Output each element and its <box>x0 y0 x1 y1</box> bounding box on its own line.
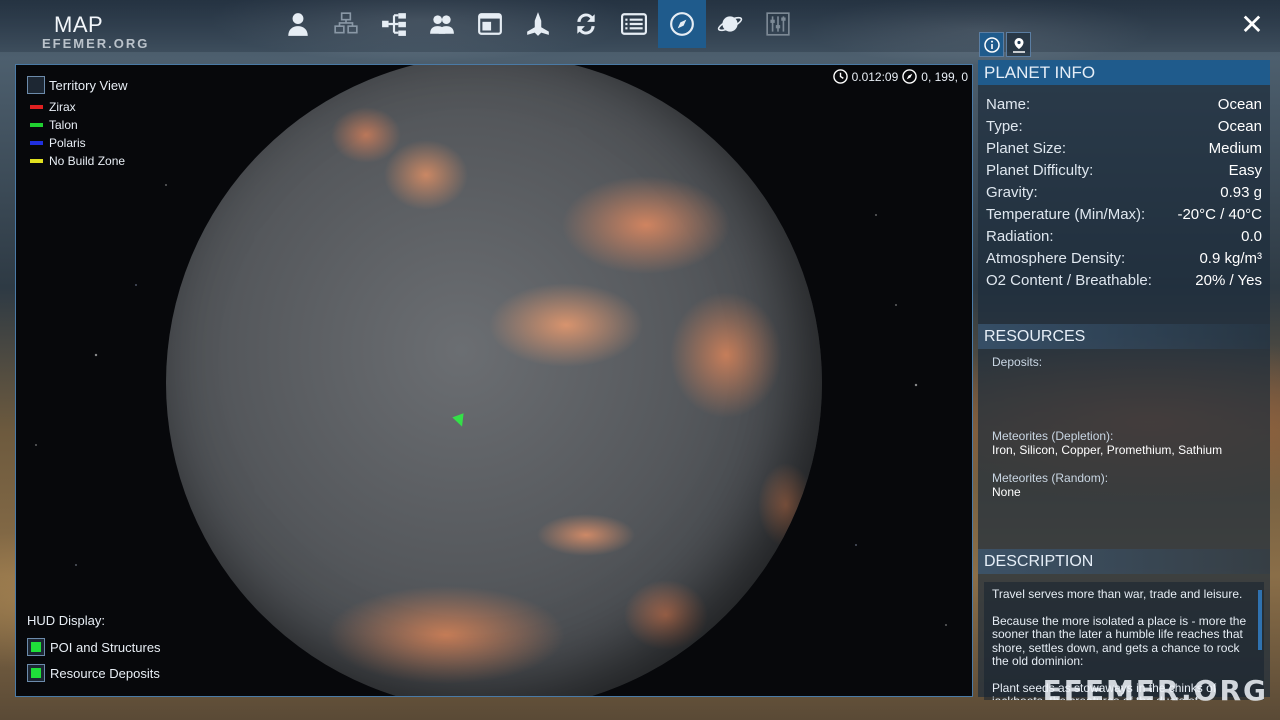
time-coords-readout: 0.012:09 0, 199, 0 <box>832 69 968 84</box>
legend-item-no-build-zone: No Build Zone <box>27 152 128 170</box>
info-row-temperature: Temperature (Min/Max): -20°C / 40°C <box>986 205 1262 223</box>
planet-globe[interactable] <box>166 65 822 696</box>
map-button[interactable] <box>658 0 706 48</box>
watermark-bottom: EFEMER.ORG <box>1042 674 1268 707</box>
list-icon <box>621 13 647 35</box>
resource-deposits-label: Resource Deposits <box>50 665 160 681</box>
meteorites-depletion-label: Meteorites (Depletion): <box>992 429 1114 443</box>
description-paragraph: Travel serves more than war, trade and l… <box>992 587 1243 601</box>
description-paragraph: Because the more isolated a place is - m… <box>992 613 1247 668</box>
tech-tree-button[interactable] <box>370 0 418 48</box>
legend-label: Talon <box>49 118 78 132</box>
faction-button[interactable] <box>418 0 466 48</box>
legend-item-zirax: Zirax <box>27 98 128 116</box>
legend-item-polaris: Polaris <box>27 134 128 152</box>
player-button[interactable] <box>274 0 322 48</box>
description-scrollbar[interactable] <box>1258 590 1262 650</box>
planet-icon <box>717 16 743 32</box>
info-row-difficulty: Planet Difficulty: Easy <box>986 161 1262 179</box>
info-row-gravity: Gravity: 0.93 g <box>986 183 1262 201</box>
resources-content: Deposits: Meteorites (Depletion): Iron, … <box>978 349 1270 539</box>
info-row-size: Planet Size: Medium <box>986 139 1262 157</box>
meteorites-random-value: None <box>992 485 1021 499</box>
page-title: MAP <box>54 12 104 37</box>
trade-icon <box>577 13 595 35</box>
window-icon <box>478 13 502 35</box>
faction-icon <box>430 15 454 34</box>
poi-checkbox[interactable] <box>27 638 45 656</box>
info-row-name: Name: Ocean <box>986 95 1262 113</box>
info-row-atmosphere: Atmosphere Density: 0.9 kg/m³ <box>986 249 1262 267</box>
territory-view-checkbox[interactable] <box>27 76 45 94</box>
tech-tree-icon <box>382 13 406 36</box>
legend-swatch <box>30 141 43 145</box>
legend-item-talon: Talon <box>27 116 128 134</box>
compass-icon <box>670 12 694 36</box>
window-button[interactable] <box>466 0 514 48</box>
clock-icon <box>832 69 848 84</box>
meteorites-depletion-value: Iron, Silicon, Copper, Promethium, Sathi… <box>992 443 1223 457</box>
description-header: DESCRIPTION <box>978 549 1270 574</box>
watermark: EFEMER.ORG <box>42 36 150 51</box>
planet-info-panel: PLANET INFO Name: Ocean Type: Ocean Planet… <box>978 60 1270 700</box>
planet-info-header: PLANET INFO <box>978 60 1270 85</box>
tab-planet-info[interactable] <box>979 32 1004 57</box>
hud-display-title: HUD Display: <box>27 613 106 628</box>
legend-label: Polaris <box>49 136 86 150</box>
close-button[interactable]: ✕ <box>1238 8 1266 40</box>
hud-display-options: HUD Display: POI and Structures Resource… <box>27 613 161 686</box>
settings-button[interactable] <box>754 0 802 48</box>
list-button[interactable] <box>610 0 658 48</box>
deposits-label: Deposits: <box>992 355 1043 369</box>
resource-deposits-checkbox[interactable] <box>27 664 45 682</box>
hud-toggle-resources[interactable]: Resource Deposits <box>27 660 161 686</box>
info-icon <box>983 36 1000 53</box>
structures-icon <box>334 12 358 34</box>
territory-legend: Territory View Zirax Talon Polaris No Bu… <box>27 76 128 170</box>
planet-info-list: Name: Ocean Type: Ocean Planet Size: Medium… <box>978 85 1270 291</box>
person-icon <box>288 13 308 36</box>
trade-button[interactable] <box>562 0 610 48</box>
territory-view-toggle[interactable]: Territory View <box>27 76 128 94</box>
info-row-type: Type: Ocean <box>986 117 1262 135</box>
tab-location[interactable] <box>1006 32 1031 57</box>
legend-label: Zirax <box>49 100 76 114</box>
territory-view-label: Territory View <box>49 77 128 93</box>
info-row-oxygen: O2 Content / Breathable: 20% / Yes <box>986 271 1262 289</box>
settings-icon <box>766 12 790 36</box>
info-row-radiation: Radiation: 0.0 <box>986 227 1262 245</box>
meteorites-random-label: Meteorites (Random): <box>992 471 1109 485</box>
ship-icon <box>527 12 549 36</box>
hud-toggle-poi[interactable]: POI and Structures <box>27 634 161 660</box>
ship-button[interactable] <box>514 0 562 48</box>
legend-label: No Build Zone <box>49 154 126 168</box>
player-coordinates: 0, 199, 0 <box>921 69 968 84</box>
info-tabs <box>979 32 1031 57</box>
planet-button[interactable] <box>706 0 754 48</box>
close-icon: ✕ <box>1240 8 1264 40</box>
legend-swatch <box>30 159 43 163</box>
resources-header: RESOURCES <box>978 324 1270 349</box>
legend-swatch <box>30 105 43 109</box>
main-toolbar <box>274 0 802 48</box>
game-time: 0.012:09 <box>851 69 899 84</box>
poi-label: POI and Structures <box>50 639 161 655</box>
legend-swatch <box>30 123 43 127</box>
structures-button[interactable] <box>322 0 370 48</box>
compass-icon <box>902 69 918 84</box>
top-bar: MAP EFEMER.ORG ✕ <box>0 0 1280 52</box>
map-viewport[interactable]: Territory View Zirax Talon Polaris No Bu… <box>15 64 973 697</box>
map-pin-icon <box>1012 37 1025 53</box>
meteorites-section: Meteorites (Depletion): Iron, Silicon, C… <box>992 429 1222 499</box>
